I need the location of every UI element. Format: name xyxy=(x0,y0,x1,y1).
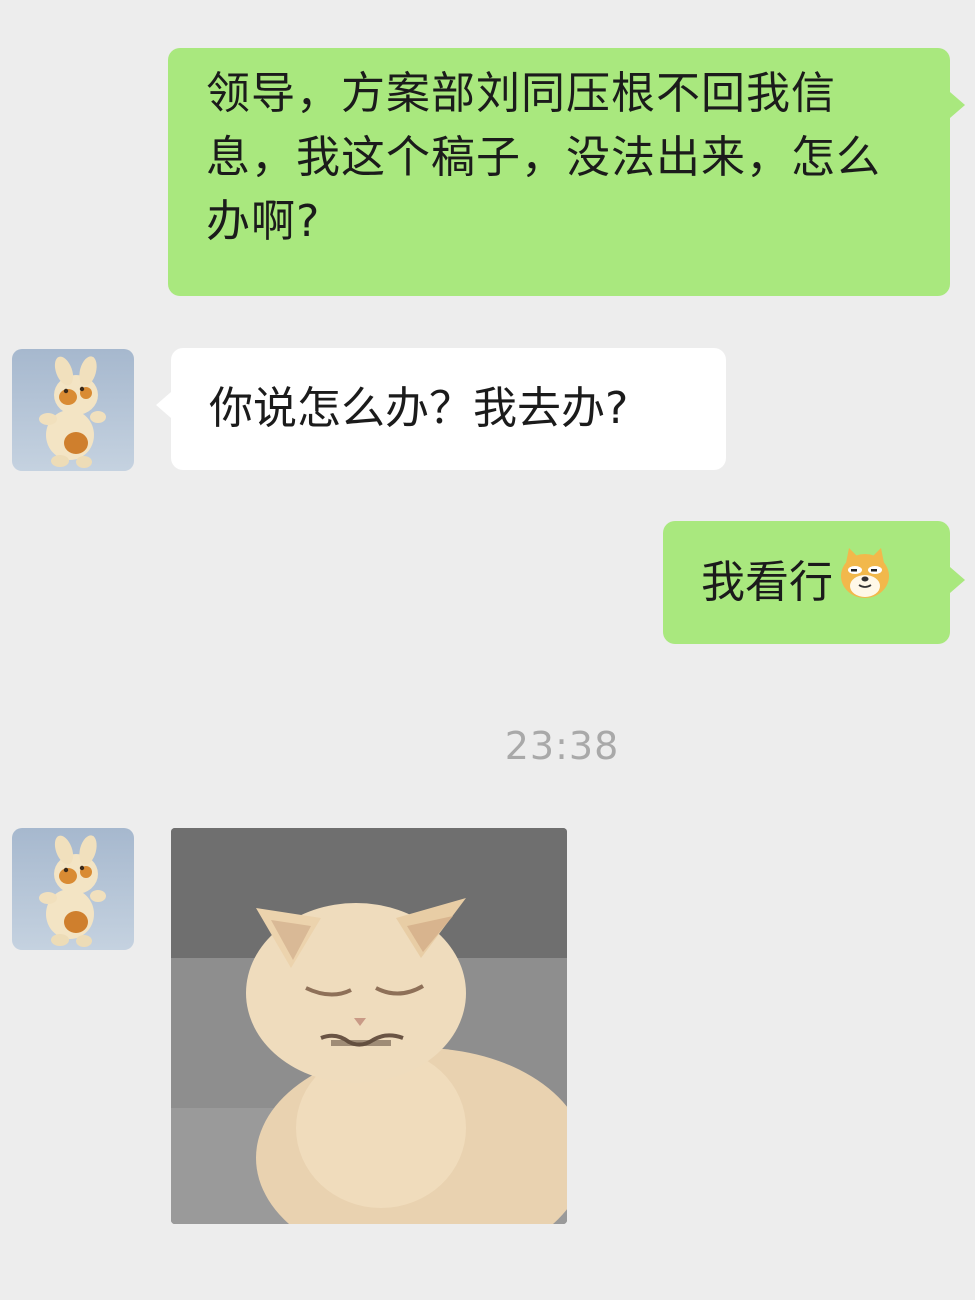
outgoing-message-bubble[interactable]: 我看行 xyxy=(663,521,965,644)
bubble-tail xyxy=(156,392,171,418)
avatar[interactable] xyxy=(12,349,134,471)
message-timestamp: 23:38 xyxy=(504,724,620,768)
outgoing-message-bubble[interactable]: 领导，方案部刘同压根不回我信息，我这个稿子，没法出来，怎么办啊? xyxy=(168,48,965,296)
incoming-message-bubble[interactable]: 你说怎么办？我去办? xyxy=(156,348,726,470)
avatar[interactable] xyxy=(12,828,134,950)
bubble-tail xyxy=(950,92,965,118)
doge-emoji-icon xyxy=(835,542,895,620)
message-text: 我看行 xyxy=(701,557,833,608)
message-text: 领导，方案部刘同压根不回我信息，我这个稿子，没法出来，怎么办啊? xyxy=(206,68,881,247)
cat-photo-icon xyxy=(171,828,567,1224)
bubble-tail xyxy=(950,567,965,593)
message-text: 你说怎么办？我去办? xyxy=(209,383,629,434)
plush-toy-avatar-icon xyxy=(39,835,106,947)
image-message[interactable] xyxy=(171,828,567,1224)
plush-toy-avatar-icon xyxy=(39,356,106,468)
